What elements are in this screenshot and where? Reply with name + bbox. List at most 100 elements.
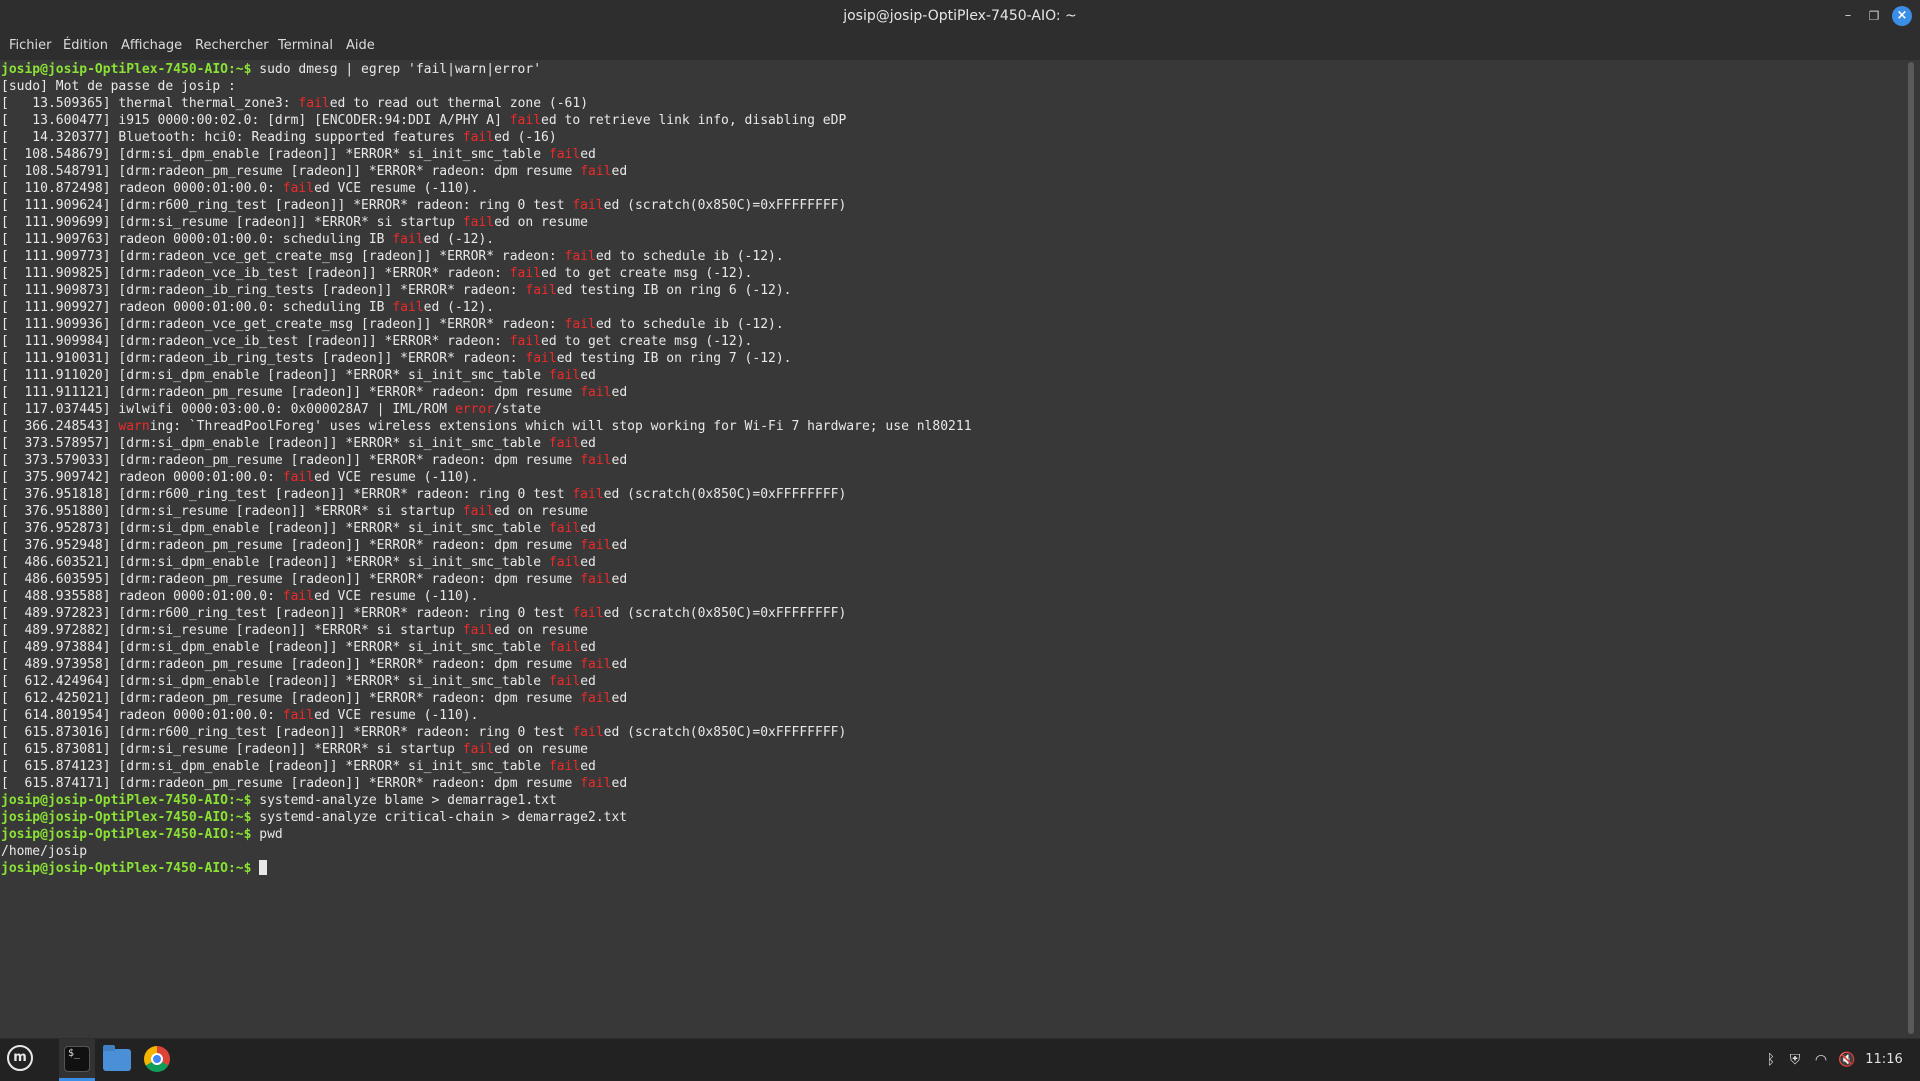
output-line: /home/josip bbox=[1, 843, 1906, 860]
volume-muted-icon[interactable]: 🔇 bbox=[1836, 1039, 1858, 1081]
output-text: [sudo] Mot de passe de josip : bbox=[1, 79, 244, 94]
output-text: ed bbox=[611, 776, 628, 791]
menu-bar: Fichier Édition Affichage Rechercher Ter… bbox=[0, 32, 1920, 60]
output-text: /home/josip bbox=[1, 844, 88, 859]
menu-fichier[interactable]: Fichier bbox=[7, 32, 54, 60]
output-text: ed to retrieve link info, disabling eDP bbox=[541, 113, 847, 128]
output-line: [ 376.952873] [drm:si_dpm_enable [radeon… bbox=[1, 520, 1906, 537]
output-text: ed (scratch(0x850C)=0xFFFFFFFF) bbox=[603, 198, 847, 213]
output-line: [ 488.935588] radeon 0000:01:00.0: faile… bbox=[1, 588, 1906, 605]
output-text: [ 111.909984] [drm:radeon_vce_ib_test [r… bbox=[1, 334, 510, 349]
output-line: [ 366.248543] warning: `ThreadPoolForeg'… bbox=[1, 418, 1906, 435]
match-highlight: fail bbox=[509, 334, 542, 349]
shield-icon[interactable]: ⛨ bbox=[1784, 1039, 1806, 1081]
output-text: [ 376.952948] [drm:radeon_pm_resume [rad… bbox=[1, 538, 581, 553]
output-text: ed on resume bbox=[494, 215, 589, 230]
title-bar[interactable]: josip@josip-OptiPlex-7450-AIO: ~ – ❐ × bbox=[0, 0, 1920, 32]
menu-aide[interactable]: Aide bbox=[344, 32, 377, 60]
command-text: sudo dmesg | egrep 'fail|warn|error' bbox=[251, 62, 542, 77]
output-text: ed bbox=[580, 674, 596, 689]
match-highlight: fail bbox=[462, 742, 495, 757]
output-line: [ 612.424964] [drm:si_dpm_enable [radeon… bbox=[1, 673, 1906, 690]
match-highlight: fail bbox=[548, 555, 581, 570]
menu-rechercher[interactable]: Rechercher bbox=[193, 32, 271, 60]
command-text: systemd-analyze critical-chain > demarra… bbox=[251, 810, 628, 825]
output-text: ed (-12). bbox=[423, 300, 495, 315]
output-text: [ 111.911121] [drm:radeon_pm_resume [rad… bbox=[1, 385, 581, 400]
output-text: [ 111.910031] [drm:radeon_ib_ring_tests … bbox=[1, 351, 526, 366]
output-text: [ 375.909742] radeon 0000:01:00.0: bbox=[1, 470, 283, 485]
output-text: ed bbox=[611, 164, 628, 179]
match-highlight: fail bbox=[580, 572, 612, 587]
output-line: [ 108.548679] [drm:si_dpm_enable [radeon… bbox=[1, 146, 1906, 163]
match-highlight: fail bbox=[564, 317, 596, 332]
output-text: ed to schedule ib (-12). bbox=[595, 317, 784, 332]
output-text: [ 489.973958] [drm:radeon_pm_resume [rad… bbox=[1, 657, 581, 672]
terminal-output[interactable]: josip@josip-OptiPlex-7450-AIO:~$ sudo dm… bbox=[0, 60, 1906, 1036]
output-text: ed VCE resume (-110). bbox=[314, 589, 479, 604]
command-line: josip@josip-OptiPlex-7450-AIO:~$ pwd bbox=[1, 826, 1906, 843]
output-line: [ 376.951818] [drm:r600_ring_test [radeo… bbox=[1, 486, 1906, 503]
text-cursor bbox=[259, 860, 268, 875]
command-line: josip@josip-OptiPlex-7450-AIO:~$ systemd… bbox=[1, 809, 1906, 826]
match-highlight: fail bbox=[462, 130, 495, 145]
taskbar-files-button[interactable] bbox=[99, 1039, 135, 1081]
output-text: [ 489.972823] [drm:r600_ring_test [radeo… bbox=[1, 606, 573, 621]
match-highlight: fail bbox=[548, 436, 581, 451]
match-highlight: fail bbox=[548, 147, 581, 162]
taskbar-chrome-button[interactable] bbox=[139, 1039, 175, 1081]
shell-prompt: josip@josip-OptiPlex-7450-AIO:~$ bbox=[1, 62, 252, 77]
output-text: [ 486.603595] [drm:radeon_pm_resume [rad… bbox=[1, 572, 581, 587]
output-text: ed (scratch(0x850C)=0xFFFFFFFF) bbox=[603, 487, 847, 502]
match-highlight: fail bbox=[580, 453, 612, 468]
output-text: [ 373.579033] [drm:radeon_pm_resume [rad… bbox=[1, 453, 581, 468]
output-text: ed bbox=[580, 436, 596, 451]
shell-prompt: josip@josip-OptiPlex-7450-AIO:~$ bbox=[1, 861, 252, 876]
output-text: ed bbox=[580, 759, 596, 774]
output-text: [ 615.874123] [drm:si_dpm_enable [radeon… bbox=[1, 759, 549, 774]
output-text: [ 14.320377] Bluetooth: hci0: Reading su… bbox=[1, 130, 463, 145]
output-text: ed bbox=[611, 538, 628, 553]
output-line: [ 111.910031] [drm:radeon_ib_ring_tests … bbox=[1, 350, 1906, 367]
match-highlight: fail bbox=[548, 640, 581, 655]
terminal-scrollbar[interactable] bbox=[1908, 62, 1914, 1034]
output-line: [ 489.972882] [drm:si_resume [radeon]] *… bbox=[1, 622, 1906, 639]
taskbar-terminal-button[interactable]: $_ bbox=[59, 1039, 95, 1081]
match-highlight: fail bbox=[564, 249, 596, 264]
menu-terminal[interactable]: Terminal bbox=[276, 32, 335, 60]
menu-edition[interactable]: Édition bbox=[61, 32, 110, 60]
output-line: [ 117.037445] iwlwifi 0000:03:00.0: 0x00… bbox=[1, 401, 1906, 418]
wifi-icon[interactable]: ◠ bbox=[1810, 1039, 1832, 1081]
close-icon[interactable]: × bbox=[1892, 6, 1912, 26]
maximize-icon[interactable]: ❐ bbox=[1864, 6, 1884, 26]
output-line: [ 111.909763] radeon 0000:01:00.0: sched… bbox=[1, 231, 1906, 248]
output-line: [ 615.874123] [drm:si_dpm_enable [radeon… bbox=[1, 758, 1906, 775]
match-highlight: warn bbox=[118, 419, 150, 434]
output-text: ed bbox=[580, 368, 596, 383]
output-text: ed to schedule ib (-12). bbox=[595, 249, 784, 264]
output-text: [ 108.548679] [drm:si_dpm_enable [radeon… bbox=[1, 147, 549, 162]
match-highlight: fail bbox=[282, 708, 315, 723]
menu-affichage[interactable]: Affichage bbox=[119, 32, 184, 60]
output-line: [ 13.509365] thermal thermal_zone3: fail… bbox=[1, 95, 1906, 112]
match-highlight: fail bbox=[282, 589, 315, 604]
output-text: [ 489.972882] [drm:si_resume [radeon]] *… bbox=[1, 623, 463, 638]
output-text: ed bbox=[580, 640, 596, 655]
output-line: [ 111.909624] [drm:r600_ring_test [radeo… bbox=[1, 197, 1906, 214]
clock[interactable]: 11:16 bbox=[1862, 1039, 1906, 1081]
minimize-icon[interactable]: – bbox=[1838, 6, 1858, 26]
shell-prompt: josip@josip-OptiPlex-7450-AIO:~$ bbox=[1, 793, 252, 808]
match-highlight: fail bbox=[462, 623, 495, 638]
output-text: [ 376.952873] [drm:si_dpm_enable [radeon… bbox=[1, 521, 549, 536]
start-menu-button[interactable]: m bbox=[4, 1039, 38, 1081]
output-line: [ 489.973958] [drm:radeon_pm_resume [rad… bbox=[1, 656, 1906, 673]
output-text: [ 111.909763] radeon 0000:01:00.0: sched… bbox=[1, 232, 393, 247]
match-highlight: fail bbox=[580, 164, 612, 179]
output-text: [ 111.909699] [drm:si_resume [radeon]] *… bbox=[1, 215, 463, 230]
match-highlight: fail bbox=[462, 504, 495, 519]
output-text: ed bbox=[611, 691, 628, 706]
match-highlight: fail bbox=[580, 691, 612, 706]
bluetooth-icon[interactable]: ᛒ bbox=[1762, 1039, 1780, 1081]
output-line: [ 376.952948] [drm:radeon_pm_resume [rad… bbox=[1, 537, 1906, 554]
output-text: ed VCE resume (-110). bbox=[314, 470, 479, 485]
